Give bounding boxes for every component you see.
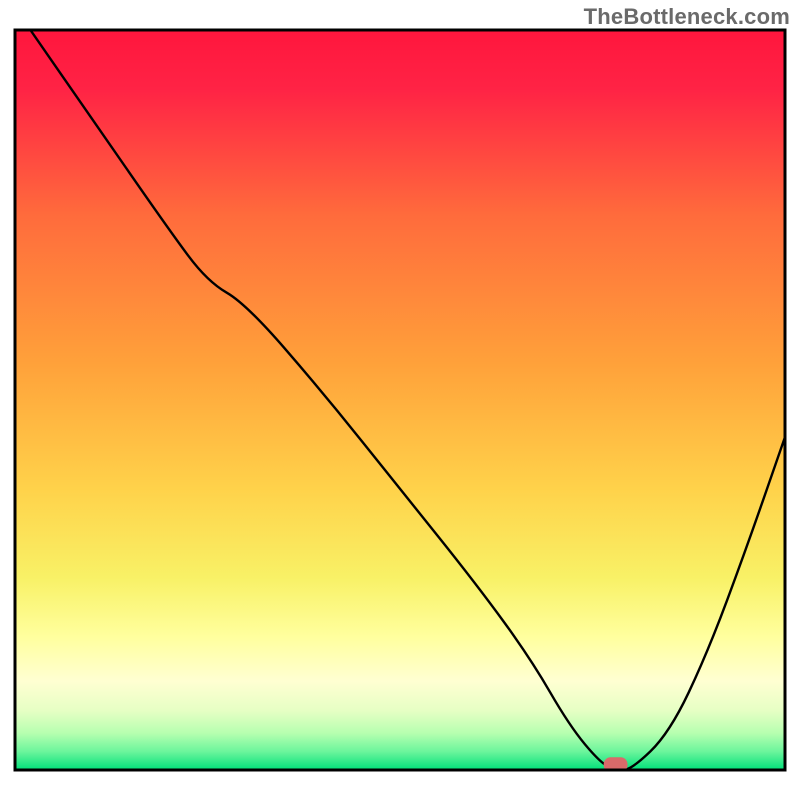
- watermark-text: TheBottleneck.com: [584, 4, 790, 30]
- heat-background: [15, 30, 785, 770]
- bottleneck-chart: [0, 0, 800, 800]
